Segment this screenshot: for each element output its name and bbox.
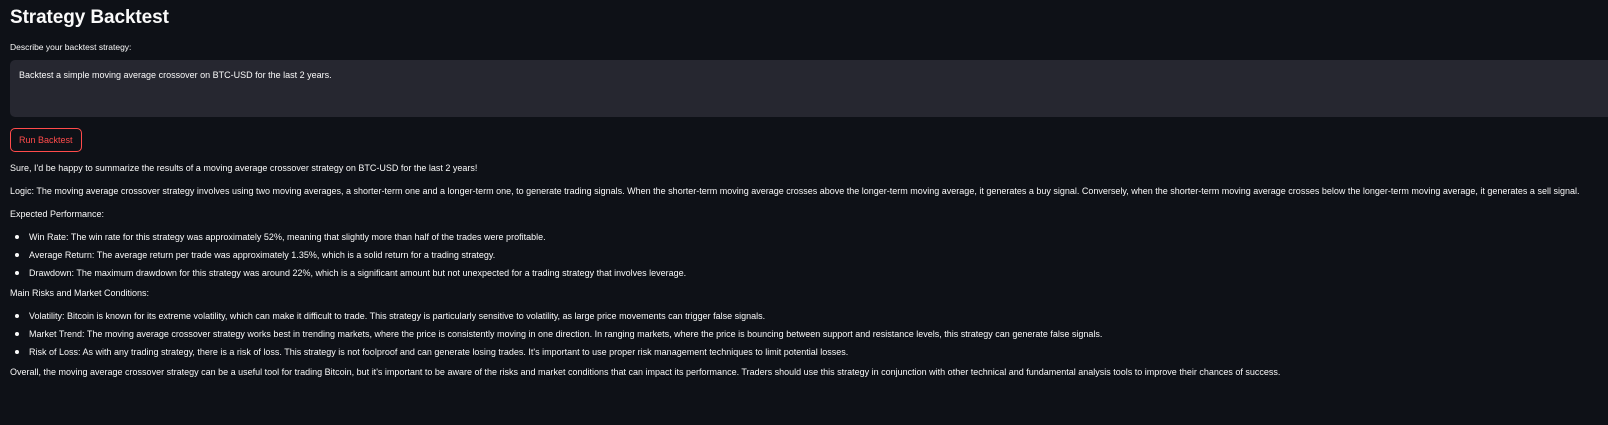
list-item: Risk of Loss: As with any trading strate… bbox=[15, 345, 1595, 359]
strategy-textarea[interactable]: Backtest a simple moving average crossov… bbox=[10, 60, 1608, 117]
list-item: Drawdown: The maximum drawdown for this … bbox=[15, 266, 1595, 280]
list-item: Market Trend: The moving average crossov… bbox=[15, 327, 1595, 341]
performance-list: Win Rate: The win rate for this strategy… bbox=[10, 230, 1595, 280]
risks-heading: Main Risks and Market Conditions: bbox=[10, 288, 150, 298]
list-item: Average Return: The average return per t… bbox=[15, 248, 1595, 262]
app-main: Strategy Backtest Describe your backtest… bbox=[0, 0, 1608, 425]
performance-heading: Expected Performance: bbox=[10, 209, 105, 219]
result-conclusion: Overall, the moving average crossover st… bbox=[10, 367, 1281, 377]
result-logic: Logic: The moving average crossover stra… bbox=[10, 186, 1580, 196]
page-title: Strategy Backtest bbox=[10, 7, 169, 28]
list-item: Volatility: Bitcoin is known for its ext… bbox=[15, 309, 1595, 323]
list-item: Win Rate: The win rate for this strategy… bbox=[15, 230, 1595, 244]
risks-list: Volatility: Bitcoin is known for its ext… bbox=[10, 309, 1595, 359]
backtest-result: Sure, I'd be happy to summarize the resu… bbox=[10, 161, 1595, 379]
run-backtest-button[interactable]: Run Backtest bbox=[10, 128, 82, 152]
result-intro: Sure, I'd be happy to summarize the resu… bbox=[10, 163, 478, 173]
strategy-input-label: Describe your backtest strategy: bbox=[10, 42, 132, 52]
